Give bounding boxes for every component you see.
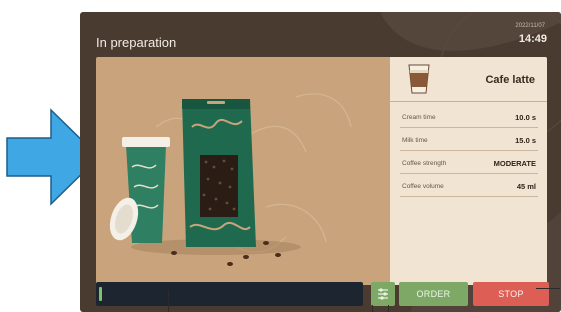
detail-row-milk-time: Milk time 15.0 s — [400, 130, 538, 151]
detail-row-coffee-volume: Coffee volume 45 ml — [400, 176, 538, 197]
detail-value: 10.0 s — [515, 113, 536, 122]
sliders-icon — [378, 288, 388, 300]
detail-label: Cream time — [402, 114, 436, 121]
progress-bar — [96, 282, 363, 306]
detail-label: Coffee volume — [402, 183, 444, 190]
detail-label: Milk time — [402, 137, 428, 144]
callout-line — [372, 305, 373, 312]
date-display: 2022/11/07 — [515, 23, 545, 29]
coffee-product-illustration — [109, 93, 352, 266]
latte-cup-icon — [408, 64, 430, 94]
detail-row-cream-time: Cream time 10.0 s — [400, 107, 538, 128]
callout-line — [168, 290, 169, 312]
settings-button[interactable] — [371, 282, 395, 306]
page-title: In preparation — [96, 35, 177, 50]
detail-value: MODERATE — [493, 159, 536, 168]
order-button[interactable]: ORDER — [399, 282, 468, 306]
time-display: 14:49 — [518, 33, 547, 45]
drink-header: Cafe latte — [390, 57, 547, 102]
machine-screen: In preparation 2022/11/07 14:49 Cafe lat… — [80, 12, 561, 312]
stop-button[interactable]: STOP — [473, 282, 549, 306]
callout-line — [388, 305, 389, 312]
detail-value: 45 ml — [516, 182, 536, 191]
drink-info-card: Cafe latte Cream time 10.0 s Milk time 1… — [390, 57, 547, 285]
drink-name: Cafe latte — [485, 74, 535, 86]
callout-line — [536, 288, 560, 289]
detail-label: Coffee strength — [402, 160, 447, 167]
preparation-panel: Cafe latte Cream time 10.0 s Milk time 1… — [96, 57, 547, 285]
progress-fill — [99, 287, 102, 301]
detail-value: 15.0 s — [515, 136, 536, 145]
detail-row-coffee-strength: Coffee strength MODERATE — [400, 153, 538, 174]
